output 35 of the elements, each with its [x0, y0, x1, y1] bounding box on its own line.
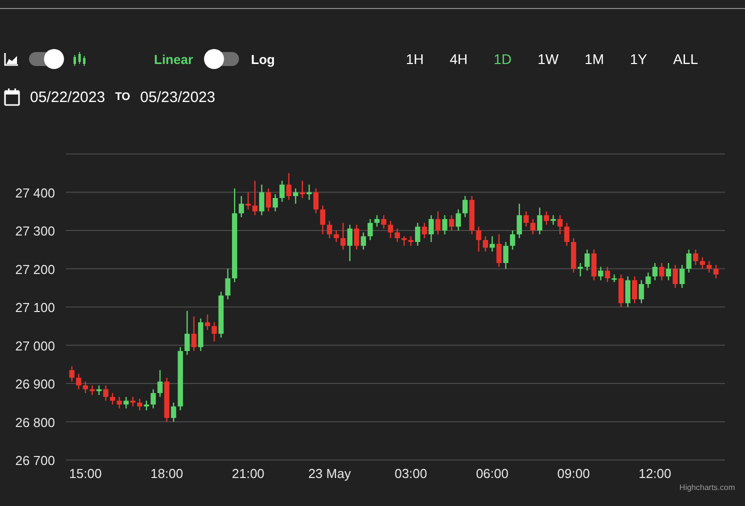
axis-label: 12:00 — [638, 466, 672, 481]
axis-label: 27 100 — [15, 300, 55, 315]
axis-label: 27 400 — [15, 185, 55, 200]
date-separator: TO — [115, 91, 130, 103]
start-date[interactable]: 05/22/2023 — [30, 88, 106, 106]
axis-label: 27 300 — [15, 224, 55, 238]
range-tab[interactable]: 1Y — [627, 51, 650, 67]
scale-option[interactable]: Log — [251, 52, 275, 66]
range-tab[interactable]: 1W — [534, 51, 562, 67]
scale-option[interactable]: Linear — [154, 52, 194, 66]
range-tab[interactable]: 1M — [582, 51, 608, 67]
axis-label: 03:00 — [394, 466, 428, 481]
axis-label: 27 000 — [15, 338, 55, 354]
axis-label: 26 800 — [15, 414, 55, 430]
range-tab[interactable]: 1D — [490, 51, 515, 67]
axis-label: 26 700 — [15, 453, 55, 468]
axis-label: 26 900 — [15, 376, 55, 392]
candlestick-icon[interactable] — [73, 52, 86, 66]
area-chart-icon[interactable] — [4, 52, 19, 66]
axis-label: 27 200 — [15, 262, 55, 277]
axis-label: 15:00 — [69, 466, 102, 481]
candlestick — [69, 366, 74, 382]
axis-label: 18:00 — [150, 466, 184, 481]
end-date[interactable]: 05/23/2023 — [140, 88, 216, 106]
axis-label: 06:00 — [476, 466, 508, 481]
range-tab[interactable]: 1H — [402, 51, 427, 67]
toggle-switch[interactable] — [29, 52, 63, 66]
calendar-icon[interactable] — [4, 88, 20, 106]
axis-label: 09:00 — [557, 466, 590, 481]
toggle-switch[interactable] — [205, 52, 240, 66]
axis-label: 21:00 — [232, 466, 264, 481]
credit-text[interactable]: Highcharts.com — [679, 483, 735, 492]
range-tab[interactable]: ALL — [670, 51, 702, 67]
range-tab[interactable]: 4H — [446, 51, 471, 67]
axis-label: 23 May — [308, 466, 351, 481]
